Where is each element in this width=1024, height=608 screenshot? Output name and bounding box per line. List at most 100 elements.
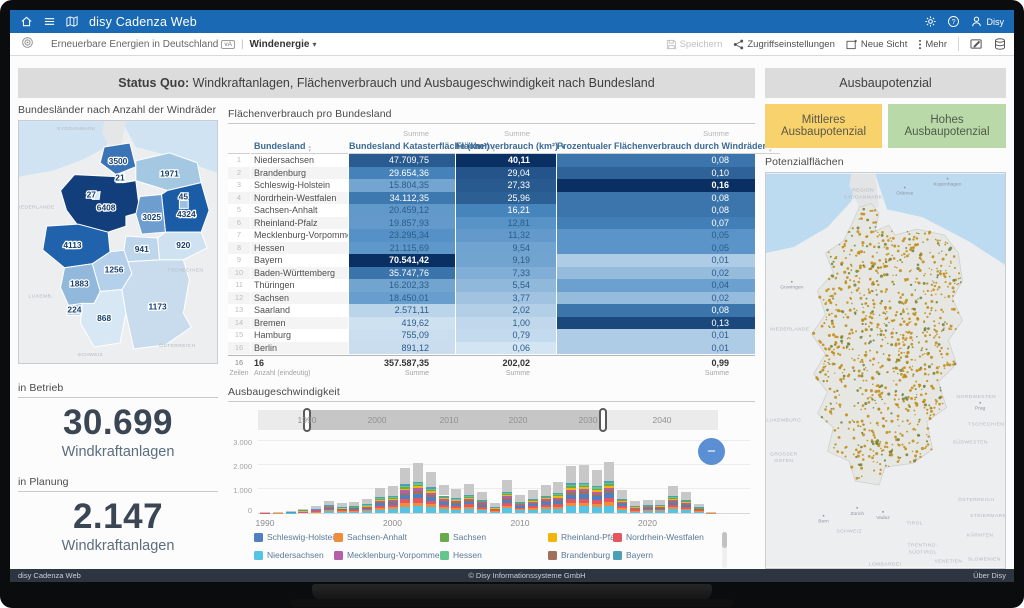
region-label: SÜDTIROL <box>909 548 937 555</box>
home-icon[interactable] <box>19 15 33 29</box>
table-row[interactable]: 4Nordrhein-Westfalen34.112,3525,960,08 <box>228 192 755 205</box>
legend-item[interactable]: Bayern <box>613 550 653 560</box>
table-row[interactable]: 13Saarland2.571,112,020,08 <box>228 304 755 317</box>
table-agg-row: SummeSummeSumme <box>228 129 755 139</box>
col-header-bundesland[interactable]: Bundesland▲▼ <box>251 139 348 154</box>
col-header-katasterflaeche[interactable]: Bundesland Katasterfläche (km²)▲▼ <box>349 139 455 154</box>
region-label: SLOWENIEN <box>968 556 1001 562</box>
city-label: Prag <box>975 406 986 412</box>
footer-app: disy Cadenza Web <box>18 571 81 580</box>
new-view-button[interactable]: Neue Sicht <box>846 39 907 50</box>
kpi-value: 2.147 <box>18 497 218 537</box>
status-banner-prefix: Status Quo: <box>118 76 189 90</box>
zoom-out-button[interactable]: − <box>698 438 725 465</box>
windrader-map[interactable]: 3500197121640827302543244541131256941920… <box>18 120 218 364</box>
legend-swatch <box>440 533 449 542</box>
table-header-row: Bundesland▲▼Bundesland Katasterfläche (k… <box>228 139 755 154</box>
table-row[interactable]: 2Brandenburg29.654,3629,040,10 <box>228 167 755 180</box>
legend-item[interactable]: Mecklenburg-Vorpommern <box>334 550 447 560</box>
table-row[interactable]: 1Niedersachsen47.709,7540,110,08 <box>228 154 755 167</box>
table-row[interactable]: 16Berlin891,120,060,01 <box>228 342 755 355</box>
legend-item[interactable]: Niedersachsen <box>254 550 324 560</box>
legend-item[interactable]: Nordrhein-Westfalen <box>613 532 704 542</box>
data-icon[interactable] <box>994 38 1006 50</box>
legend-swatch <box>440 551 449 560</box>
table-row[interactable]: 14Bremen419,621,000,13 <box>228 317 755 330</box>
slider-tick-label: 2010 <box>440 415 459 425</box>
potential-buttons: Mittleres Ausbaupotenzial Hohes Ausbaupo… <box>765 104 1006 148</box>
hohes-ausbaupotenzial-button[interactable]: Hohes Ausbaupotenzial <box>888 104 1006 148</box>
legend-swatch <box>613 551 622 560</box>
country-label: SCHWEIZ <box>78 352 104 358</box>
windrader-map-title: Bundesländer nach Anzahl der Windräder <box>18 104 218 116</box>
potenzial-map-title: Potenzialflächen <box>765 156 1006 168</box>
breadcrumb[interactable]: Erneuerbare Energien in Deutschland <box>51 39 218 50</box>
region-label: TIROL <box>906 521 923 527</box>
help-icon[interactable]: ? <box>947 15 961 29</box>
state-be[interactable] <box>179 200 188 208</box>
col-header-prozentual[interactable]: Prozentualer Flächenverbrauch durch Wind… <box>557 139 780 154</box>
kpi-label: in Planung <box>18 476 218 488</box>
col-header-flaechenverbrauch[interactable]: Flächenverbrauch (km²)▼ <box>456 139 556 154</box>
legend-item[interactable]: Sachsen-Anhalt <box>334 532 407 542</box>
table-panel: Flächenverbrauch pro Bundesland SummeSum… <box>228 108 755 379</box>
save-button[interactable]: Speichern <box>666 39 723 50</box>
edit-panel-icon[interactable] <box>970 38 983 50</box>
region-label: LOMBARDEI <box>869 561 902 567</box>
legend-item[interactable]: Brandenburg <box>548 550 610 560</box>
legend-item[interactable]: Sachsen <box>440 532 486 542</box>
target-icon[interactable] <box>21 36 34 52</box>
kpi-unit: Windkraftanlagen <box>18 444 218 460</box>
windrader-map-panel: Bundesländer nach Anzahl der Windräder 3… <box>18 104 218 364</box>
potenzial-map[interactable]: REGIONSYDDANMARKKopenhagenOdenseGroninge… <box>765 172 1006 569</box>
slider-handle-right[interactable] <box>599 408 607 432</box>
table-row[interactable]: 9Bayern70.541,429,190,01 <box>228 254 755 267</box>
legend-item[interactable]: Rheinland-Pfalz <box>548 532 621 542</box>
user-icon[interactable] <box>970 15 984 29</box>
city-label: Kopenhagen <box>933 182 961 188</box>
country-label: ÖSTERREICH <box>159 342 195 349</box>
view-menu[interactable]: Windenergie <box>250 39 310 50</box>
user-name[interactable]: Disy <box>987 17 1005 27</box>
legend-item[interactable]: Hessen <box>440 550 482 560</box>
map-icon[interactable] <box>65 15 79 29</box>
table-footer-row: 16Zeilen16Anzahl (eindeutig)357.587,35Su… <box>228 355 755 379</box>
table-row[interactable]: 11Thüringen16.202,335,540,04 <box>228 279 755 292</box>
state-count-label: 1971 <box>160 169 179 179</box>
table-row[interactable]: 12Sachsen18.450,013,770,02 <box>228 292 755 305</box>
y-axis-tick: 1.000 <box>226 486 252 495</box>
state-count-label: 941 <box>135 244 149 254</box>
table-row[interactable]: 8Hessen21.115,699,540,05 <box>228 242 755 255</box>
time-range-slider[interactable]: 199020002010202020302040 <box>258 410 718 430</box>
menu-icon[interactable] <box>42 15 56 29</box>
screen: disy Cadenza Web ? Disy Erneuerbare Ener… <box>10 10 1014 582</box>
status-banner: Status Quo: Windkraftanlagen, Flächenver… <box>18 68 755 98</box>
gear-icon[interactable] <box>924 15 938 29</box>
more-button[interactable]: Mehr <box>918 39 947 50</box>
region-label: OSTEN <box>774 458 793 464</box>
mittleres-ausbaupotenzial-button[interactable]: Mittleres Ausbaupotenzial <box>765 104 882 148</box>
table-row[interactable]: 7Mecklenburg-Vorpommern23.295,3411,320,0… <box>228 229 755 242</box>
state-count-label: 27 <box>87 189 97 199</box>
table-row[interactable]: 5Sachsen-Anhalt20.459,1216,210,08 <box>228 204 755 217</box>
city-label: Zürich <box>850 511 864 517</box>
slider-tick-label: 2030 <box>579 415 598 425</box>
city-label: Vaduz <box>876 515 890 521</box>
table-row[interactable]: 10Baden-Württemberg35.747,767,330,02 <box>228 267 755 280</box>
kpi-value: 30.699 <box>18 403 218 443</box>
more-icon <box>918 39 922 50</box>
table-row[interactable]: 15Hamburg755,090,790,01 <box>228 329 755 342</box>
table-row[interactable]: 3Schleswig-Holstein15.804,3527,330,16 <box>228 179 755 192</box>
state-count-label: 6408 <box>97 202 116 212</box>
region-label: TSCHECHIEN <box>968 422 1004 428</box>
app-header: disy Cadenza Web ? Disy <box>10 10 1014 33</box>
footer-about-link[interactable]: Über Disy <box>973 571 1006 580</box>
legend-scrollbar[interactable] <box>722 532 727 568</box>
access-settings-button[interactable]: Zugriffseinstellungen <box>733 39 835 50</box>
region-label: STEIERMARK <box>970 513 1006 519</box>
region-label: GROSSER <box>770 451 798 457</box>
region-label: NIEDERLANDE <box>770 326 810 332</box>
table-row[interactable]: 6Rheinland-Pfalz19.857,9312,810,07 <box>228 217 755 230</box>
slider-tick-label: 2040 <box>653 415 672 425</box>
legend-item[interactable]: Schleswig-Holstein <box>254 532 339 542</box>
